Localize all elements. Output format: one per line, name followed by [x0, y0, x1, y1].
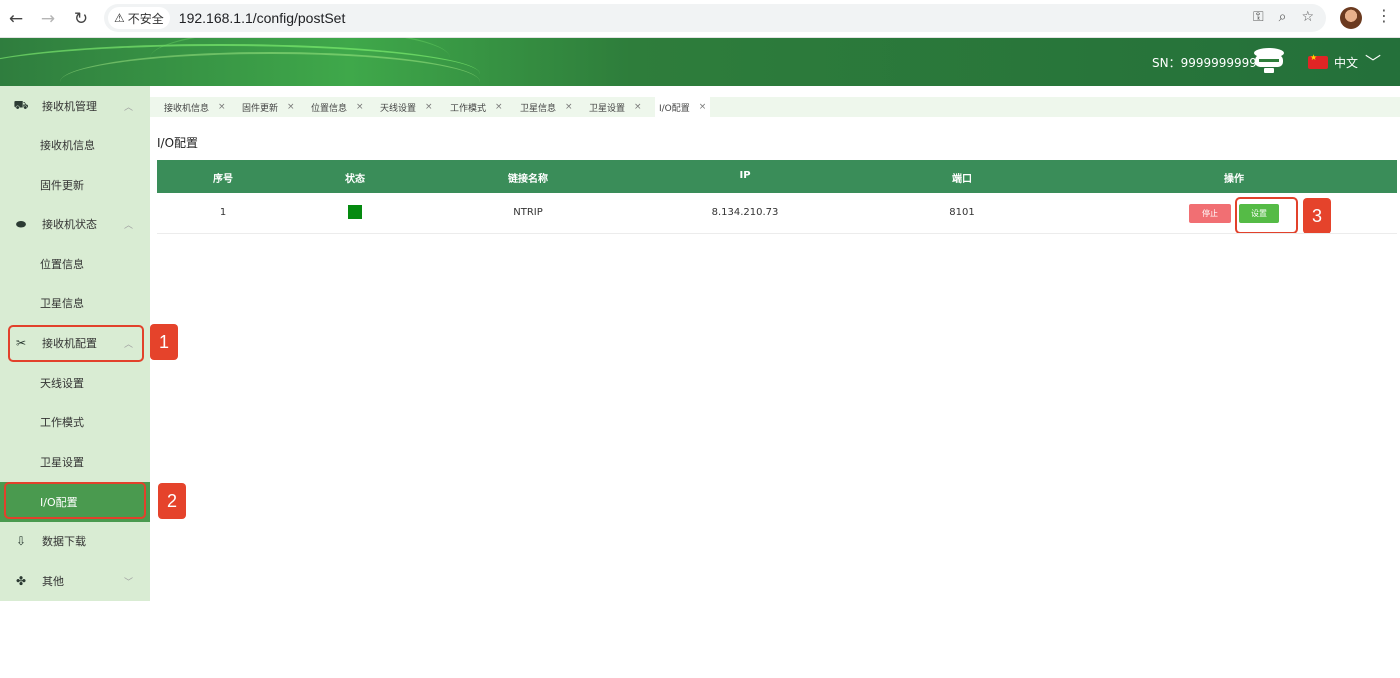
- key-icon[interactable]: ⚿: [1253, 9, 1264, 25]
- sidebar-item-label: 卫星信息: [40, 297, 84, 310]
- tab-label: 卫星设置: [589, 103, 626, 114]
- sidebar-item-label: 固件更新: [40, 179, 84, 192]
- star-icon[interactable]: ☆: [1301, 9, 1314, 25]
- tab-position-info[interactable]: 位置信息 ×: [311, 97, 364, 117]
- grid-icon: ✤: [15, 574, 27, 588]
- tab-label: 卫星信息: [520, 103, 557, 114]
- tab-label: 固件更新: [242, 103, 279, 114]
- stop-button[interactable]: 停止: [1189, 204, 1231, 223]
- tab-io-config[interactable]: I/O配置 ×: [655, 97, 711, 117]
- sidebar-item-firmware-update[interactable]: 固件更新: [0, 165, 150, 205]
- language-selector[interactable]: 中文: [1334, 54, 1358, 71]
- close-icon[interactable]: ×: [356, 102, 364, 112]
- sidebar-item-label: 天线设置: [40, 377, 84, 390]
- annotation-highlight-1: [8, 325, 144, 362]
- sidebar-item-label: 接收机信息: [40, 139, 95, 152]
- sidebar-group-receiver-management[interactable]: ⛟ 接收机管理 ︿: [0, 86, 150, 126]
- annotation-badge-2: 2: [158, 483, 186, 519]
- tab-bar: 接收机信息 × 固件更新 × 位置信息 × 天线设置 × 工作模式 × 卫星信息 × 卫星设…: [150, 97, 1400, 117]
- tab-label: I/O配置: [659, 103, 690, 114]
- close-icon[interactable]: ×: [699, 102, 707, 112]
- sidebar-item-label: 卫星设置: [40, 456, 84, 469]
- tab-receiver-info[interactable]: 接收机信息 ×: [164, 97, 226, 117]
- sidebar-group-other[interactable]: ✤ 其他 ﹀: [0, 561, 150, 601]
- sidebar-group-receiver-status[interactable]: ⬬ 接收机状态 ︿: [0, 204, 150, 244]
- tab-firmware-update[interactable]: 固件更新 ×: [242, 97, 295, 117]
- column-header-actions: 操作: [1224, 174, 1244, 185]
- security-chip[interactable]: ⚠ 不安全: [108, 7, 170, 29]
- tab-label: 位置信息: [311, 103, 348, 114]
- chevron-up-icon: ︿: [124, 102, 134, 113]
- serial-number: SN：9999999999: [1152, 56, 1257, 70]
- tab-label: 接收机信息: [164, 103, 210, 114]
- tab-label: 工作模式: [450, 103, 487, 114]
- annotation-badge-1: 1: [150, 324, 178, 360]
- address-bar[interactable]: ⚠ 不安全 192.168.1.1/config/postSet ⚿ ⌕ ☆: [104, 4, 1326, 32]
- settings-button[interactable]: 设置: [1239, 204, 1279, 223]
- app-header: SN：9999999999 中文 ﹀: [0, 38, 1400, 86]
- header-wave-decoration: [150, 38, 450, 86]
- sidebar-item-receiver-info[interactable]: 接收机信息: [0, 125, 150, 165]
- tab-antenna-settings[interactable]: 天线设置 ×: [380, 97, 433, 117]
- close-icon[interactable]: ×: [565, 102, 573, 112]
- browser-menu-icon[interactable]: ⋮: [1376, 6, 1392, 25]
- reload-icon[interactable]: ↻: [70, 8, 92, 30]
- sidebar-item-antenna-settings[interactable]: 天线设置: [0, 363, 150, 403]
- column-header-ip: IP: [739, 170, 751, 181]
- chevron-down-icon: ﹀: [124, 577, 134, 588]
- security-label: 不安全: [127, 11, 164, 26]
- status-indicator: [348, 205, 362, 219]
- sidebar-group-data-download[interactable]: ⇩ 数据下载: [0, 521, 150, 561]
- sidebar-group-label: 接收机管理: [42, 100, 97, 113]
- close-icon[interactable]: ×: [495, 102, 503, 112]
- browser-toolbar: ← → ↻ ⚠ 不安全 192.168.1.1/config/postSet ⚿…: [0, 0, 1400, 38]
- download-icon: ⇩: [15, 534, 27, 548]
- receiver-icon: ⬬: [15, 216, 27, 231]
- sidebar-item-label: 工作模式: [40, 416, 84, 429]
- close-icon[interactable]: ×: [634, 102, 642, 112]
- back-arrow-icon[interactable]: ←: [5, 8, 27, 30]
- gnss-device-icon: [1254, 48, 1284, 73]
- url-text[interactable]: 192.168.1.1/config/postSet: [179, 10, 346, 26]
- column-header-status: 状态: [345, 174, 365, 185]
- chevron-up-icon: ︿: [124, 220, 134, 231]
- sidebar-item-position-info[interactable]: 位置信息: [0, 244, 150, 284]
- close-icon[interactable]: ×: [287, 102, 295, 112]
- tab-label: 天线设置: [380, 103, 417, 114]
- tab-work-mode[interactable]: 工作模式 ×: [450, 97, 503, 117]
- page-title: I/O配置: [157, 136, 199, 150]
- row-link-name: NTRIP: [513, 207, 543, 218]
- china-flag-icon: [1308, 53, 1328, 69]
- router-icon: ⛟: [13, 98, 29, 112]
- row-port: 8101: [949, 207, 975, 218]
- tab-satellite-settings[interactable]: 卫星设置 ×: [589, 97, 642, 117]
- column-header-link-name: 链接名称: [508, 174, 548, 185]
- sidebar-item-satellite-settings[interactable]: 卫星设置: [0, 442, 150, 482]
- sidebar-group-label: 数据下载: [42, 535, 86, 548]
- warning-icon: ⚠: [114, 11, 125, 25]
- chevron-down-icon[interactable]: ﹀: [1365, 49, 1381, 73]
- tab-satellite-info[interactable]: 卫星信息 ×: [520, 97, 573, 117]
- zoom-icon[interactable]: ⌕: [1279, 9, 1287, 25]
- sidebar-item-satellite-info[interactable]: 卫星信息: [0, 283, 150, 323]
- close-icon[interactable]: ×: [425, 102, 433, 112]
- sidebar-group-label: 接收机状态: [42, 218, 97, 231]
- annotation-highlight-2: [4, 482, 146, 519]
- row-ip: 8.134.210.73: [711, 207, 779, 218]
- sidebar-item-label: 位置信息: [40, 258, 84, 271]
- forward-arrow-icon[interactable]: →: [37, 8, 59, 30]
- column-header-index: 序号: [213, 174, 233, 185]
- close-icon[interactable]: ×: [218, 102, 226, 112]
- row-index: 1: [219, 207, 227, 218]
- sidebar-group-label: 其他: [42, 575, 64, 588]
- column-header-port: 端口: [952, 174, 972, 185]
- profile-avatar[interactable]: [1340, 7, 1362, 29]
- sidebar-item-work-mode[interactable]: 工作模式: [0, 402, 150, 442]
- table-header: 序号 状态 链接名称 IP 端口 操作: [157, 160, 1397, 193]
